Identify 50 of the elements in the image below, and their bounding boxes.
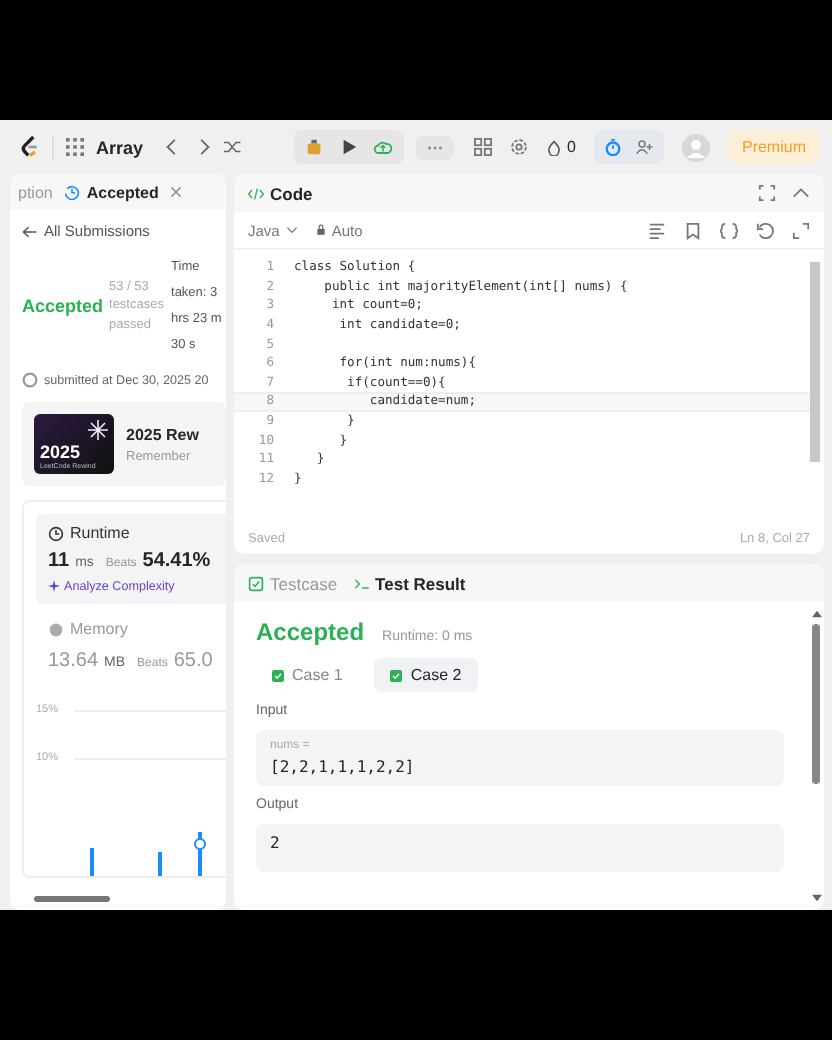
beats-value: 54.41% (142, 550, 211, 572)
shuffle-icon[interactable] (223, 138, 242, 156)
memory-label: Memory (70, 620, 128, 638)
banner-title: 2025 Rew (126, 425, 199, 443)
check-icon (272, 669, 284, 681)
case-tab[interactable]: Case 2 (374, 658, 478, 692)
case-tab[interactable]: Case 1 (256, 658, 359, 692)
lock-icon (315, 224, 326, 236)
close-icon[interactable] (170, 186, 183, 198)
panel-tab[interactable]: Accepted (64, 183, 159, 201)
avatar-icon (22, 372, 38, 388)
reset-icon[interactable] (756, 221, 774, 239)
check-icon (390, 669, 403, 681)
debug-icon[interactable] (305, 138, 324, 156)
expand-icon[interactable] (792, 221, 810, 239)
checkbox-icon (248, 575, 264, 591)
clock-icon (48, 525, 64, 541)
add-user-icon[interactable] (635, 138, 654, 156)
fullscreen-icon[interactable] (758, 184, 776, 202)
runtime-label: Runtime (70, 524, 130, 542)
bookmark-icon[interactable] (684, 221, 702, 239)
logo-icon[interactable] (20, 134, 40, 160)
terminal-icon (353, 575, 370, 591)
collapse-icon[interactable] (792, 184, 810, 202)
panel-tab[interactable]: Test Result (353, 573, 466, 593)
back-arrow-icon (22, 223, 38, 239)
code-icon (248, 185, 264, 201)
runtime-value: 11 (48, 550, 70, 572)
format-icon[interactable] (648, 221, 666, 239)
verdict-text: Accepted (256, 618, 365, 646)
sparkle-icon (48, 580, 60, 593)
braces-icon[interactable] (720, 221, 738, 239)
caret-icon (285, 226, 298, 234)
panel-title: Code (270, 183, 313, 203)
history-icon (64, 184, 81, 200)
streak-counter[interactable]: 0 (545, 138, 576, 156)
grid-icon (66, 138, 84, 156)
timer-icon[interactable] (603, 138, 622, 156)
output-box: 2 (256, 824, 784, 872)
upload-icon[interactable] (373, 138, 392, 156)
layout-icon[interactable] (473, 138, 492, 156)
scroll-down-icon[interactable] (811, 894, 821, 902)
scroll-up-icon[interactable] (811, 610, 821, 618)
memory-icon (48, 621, 64, 637)
settings-icon[interactable] (509, 138, 528, 156)
problem-list-link[interactable]: Array (96, 137, 144, 157)
status-text: Accepted (22, 296, 104, 316)
beats-value: 65.0 (173, 650, 213, 672)
memory-value: 13.64 (48, 650, 99, 672)
play-icon[interactable] (339, 138, 358, 156)
